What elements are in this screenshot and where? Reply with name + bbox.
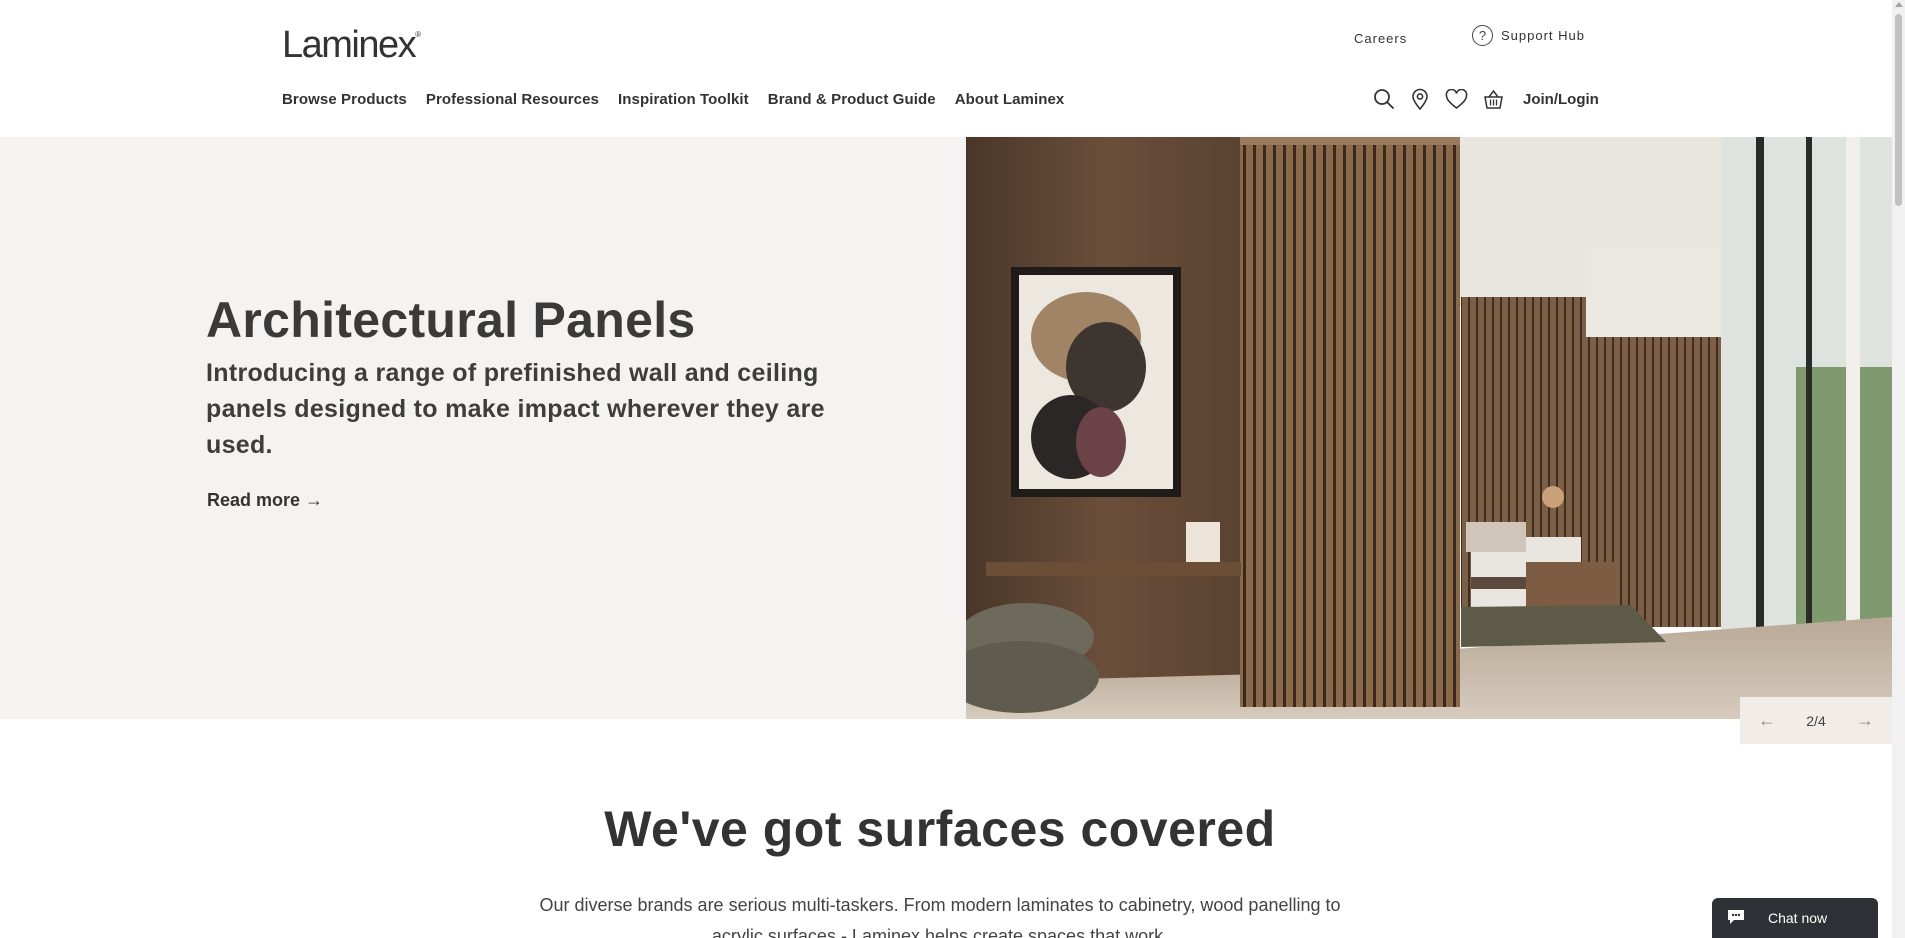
page-scrollbar[interactable] <box>1892 0 1905 938</box>
nav-brand-product-guide[interactable]: Brand & Product Guide <box>768 91 936 108</box>
search-icon[interactable] <box>1373 88 1395 110</box>
carousel-prev-button[interactable]: ← <box>1758 710 1776 731</box>
scroll-up-arrow[interactable] <box>1895 2 1903 7</box>
support-hub-label: Support Hub <box>1501 28 1585 43</box>
section-title: We've got surfaces covered <box>604 801 1276 857</box>
hero-image <box>966 137 1892 719</box>
site-header: Laminex ® Careers ? Support Hub Browse Pr… <box>0 0 1892 137</box>
support-hub-link[interactable]: ? Support Hub <box>1472 25 1585 46</box>
join-login-link[interactable]: Join/Login <box>1523 91 1599 108</box>
carousel-controls: ← 2/4 → <box>1740 697 1892 744</box>
nav-browse-products[interactable]: Browse Products <box>282 91 407 108</box>
chat-bubble-icon <box>1726 908 1746 929</box>
hero-text-panel: Architectural Panels Introducing a range… <box>0 137 966 719</box>
read-more-link[interactable]: Read more → <box>207 490 323 511</box>
careers-link[interactable]: Careers <box>1354 31 1407 46</box>
scrollbar-thumb[interactable] <box>1895 14 1902 206</box>
laminex-logo[interactable]: Laminex ® <box>282 24 421 67</box>
hero-carousel: Architectural Panels Introducing a range… <box>0 137 1892 719</box>
heart-icon[interactable] <box>1445 88 1468 110</box>
basket-icon[interactable] <box>1483 89 1504 110</box>
location-pin-icon[interactable] <box>1410 88 1430 110</box>
registered-mark: ® <box>415 30 422 39</box>
logo-text: Laminex <box>282 24 417 66</box>
question-circle-icon: ? <box>1472 25 1493 46</box>
main-nav: Browse Products Professional Resources I… <box>282 91 1064 108</box>
hero-title: Architectural Panels <box>206 292 696 348</box>
nav-inspiration-toolkit[interactable]: Inspiration Toolkit <box>618 91 749 108</box>
header-icons: Join/Login <box>1373 88 1599 110</box>
hero-description: Introducing a range of prefinished wall … <box>206 359 825 459</box>
nav-professional-resources[interactable]: Professional Resources <box>426 91 599 108</box>
chat-now-button[interactable]: Chat now <box>1712 898 1878 938</box>
carousel-counter: 2/4 <box>1806 712 1826 729</box>
nav-about-laminex[interactable]: About Laminex <box>955 91 1065 108</box>
section-body: Our diverse brands are serious multi-tas… <box>539 895 1341 938</box>
chat-now-label: Chat now <box>1768 910 1828 926</box>
carousel-next-button[interactable]: → <box>1856 710 1874 731</box>
